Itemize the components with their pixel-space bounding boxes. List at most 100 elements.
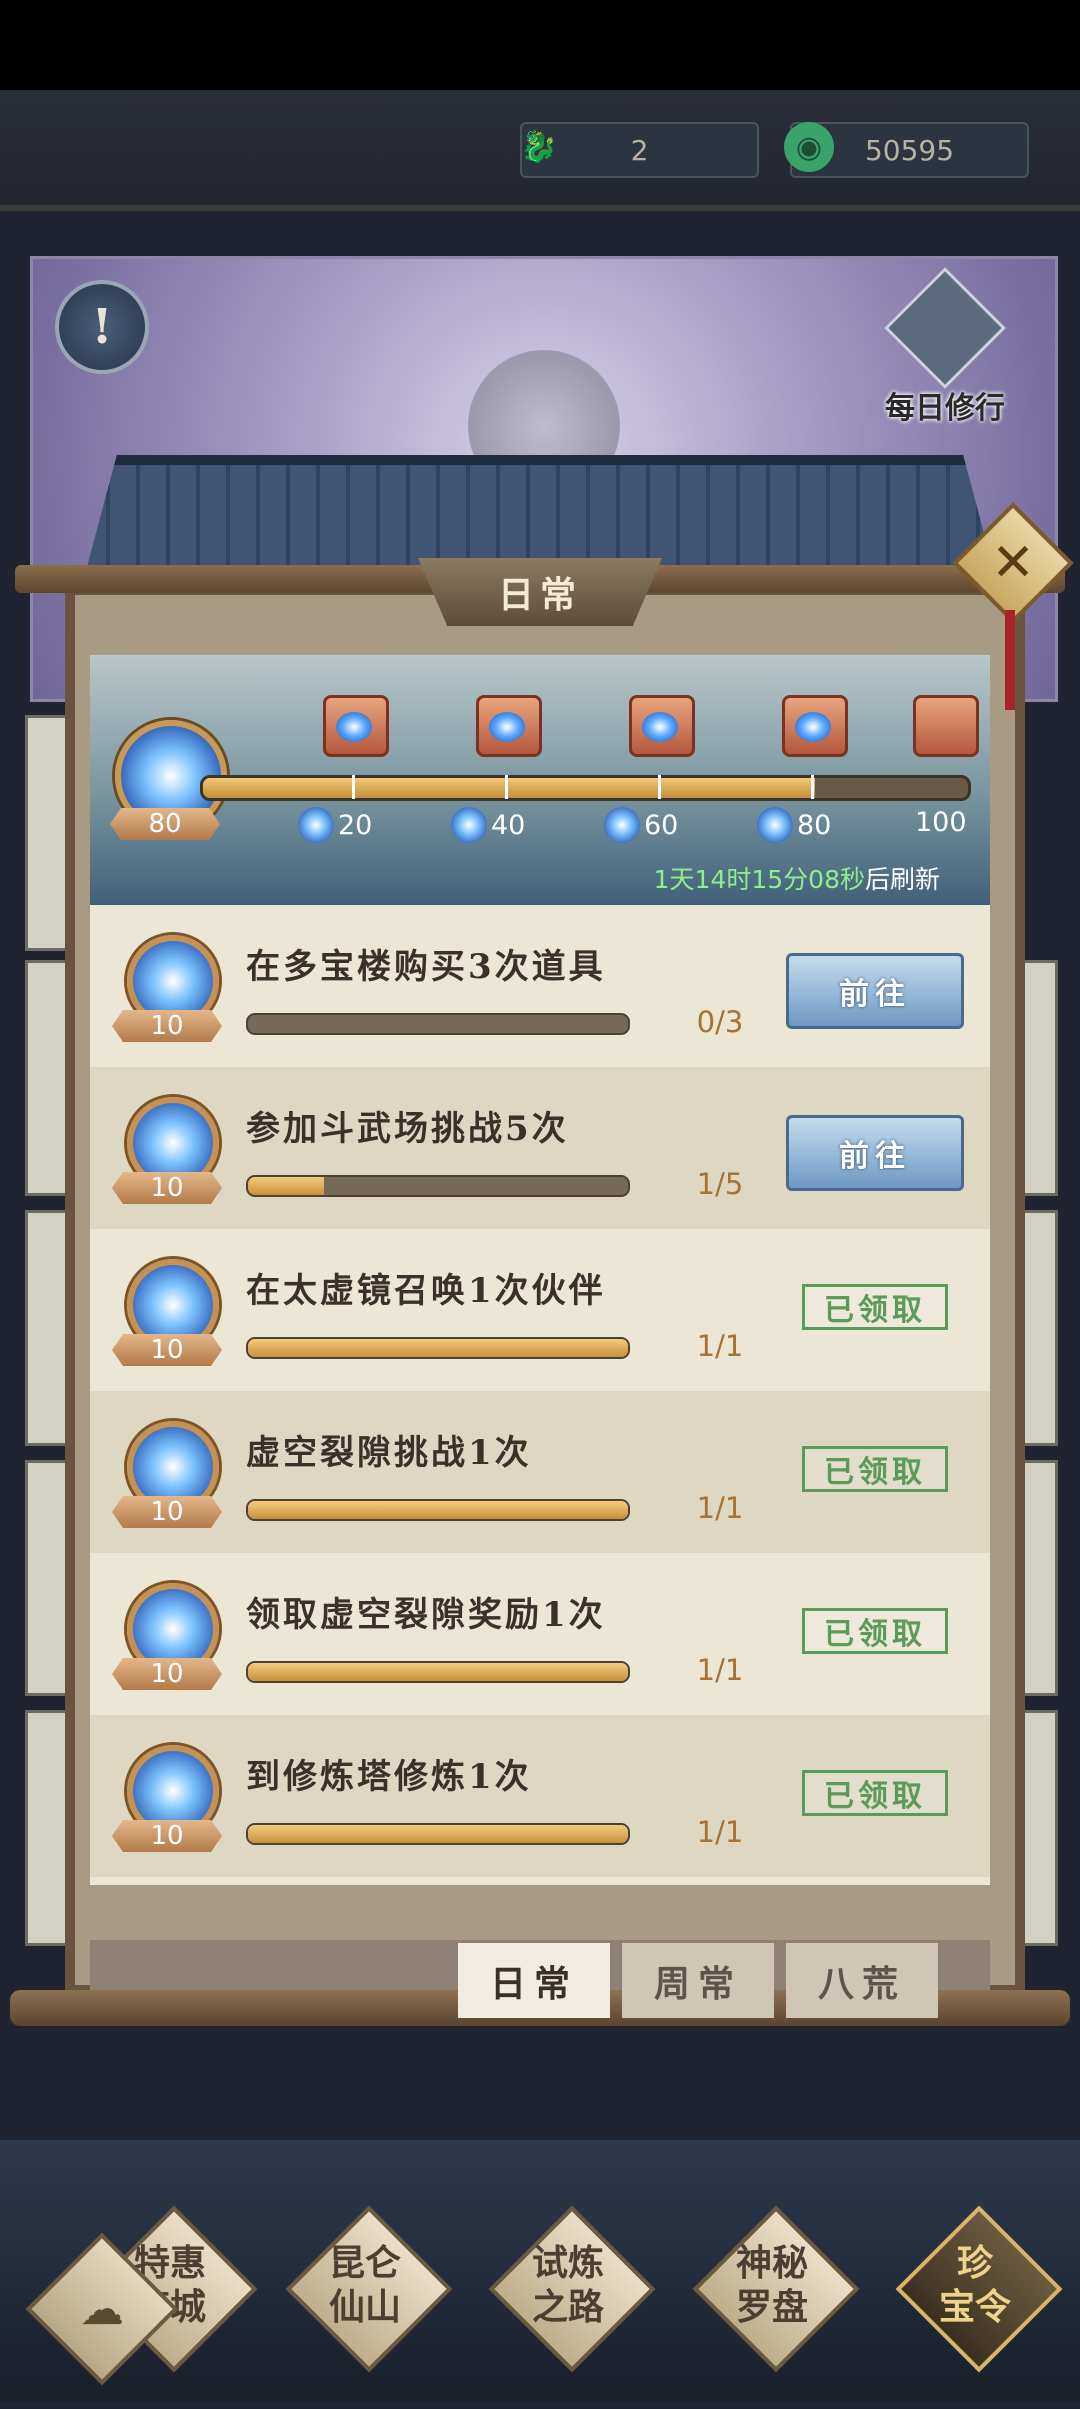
task-progress-text: 1/1 — [696, 1329, 744, 1363]
reward-chest-icon[interactable] — [782, 695, 848, 757]
milestone: 20 — [298, 807, 372, 843]
reward-points: 10 — [112, 1496, 222, 1528]
task-progress-text: 1/1 — [696, 1815, 744, 1849]
activity-gem-icon — [604, 807, 640, 843]
daily-practice-label: 每日修行 — [885, 391, 1005, 426]
nav-treasure-pass[interactable]: 珍宝令 — [895, 2205, 1063, 2373]
nav-trial-road[interactable]: 试炼 之路 — [488, 2205, 656, 2373]
task-row: 10 领取虚空裂隙奖励1次 1/1 已领取 — [90, 1553, 990, 1715]
milestone: 40 — [451, 807, 525, 843]
task-row: 10 参加斗武场挑战5次 1/5 前往 — [90, 1067, 990, 1229]
cloud-icon: ☁ — [80, 2283, 124, 2335]
reward-chest-icon[interactable] — [913, 695, 979, 757]
go-button[interactable]: 前往 — [786, 1115, 964, 1191]
reward-chest-icon[interactable] — [476, 695, 542, 757]
task-progress-text: 1/5 — [696, 1167, 744, 1201]
nav-label: 仙山 — [328, 2286, 401, 2328]
book-icon — [884, 267, 1006, 389]
task-name: 参加斗武场挑战5次 — [246, 1109, 569, 1149]
activity-gem-icon — [451, 807, 487, 843]
task-progress-fill — [248, 1825, 628, 1843]
milestone-tick — [658, 775, 661, 799]
nav-label: 神秘 — [735, 2242, 808, 2284]
currency-value: 2 — [630, 133, 649, 167]
tab-weekly[interactable]: 周常 — [622, 1943, 774, 2018]
go-button[interactable]: 前往 — [786, 953, 964, 1029]
task-list[interactable]: 10 在多宝楼购买3次道具 0/3 前往 10 参加斗武场挑战5次 1/5 前往… — [90, 905, 990, 1885]
task-progress-fill — [248, 1339, 628, 1357]
milestone-value: 100 — [915, 807, 967, 838]
task-name: 到修炼塔修炼1次 — [246, 1757, 532, 1797]
nav-label: 罗盘 — [735, 2286, 808, 2328]
claimed-stamp: 已领取 — [802, 1284, 948, 1330]
milestone-tick — [505, 775, 508, 799]
task-row: 10 在太虚镜召唤1次伙伴 1/1 已领取 — [90, 1229, 990, 1391]
milestone-tick — [352, 775, 355, 799]
nav-label: 试炼 — [531, 2242, 604, 2284]
task-progress-bar — [246, 1175, 630, 1197]
activity-gem-icon — [298, 807, 334, 843]
task-progress-text: 1/1 — [696, 1491, 744, 1525]
task-progress-bar — [246, 1337, 630, 1359]
task-progress-bar — [246, 1013, 630, 1035]
jade-coin-icon: ◉ — [784, 122, 834, 172]
task-name: 在太虚镜召唤1次伙伴 — [246, 1271, 606, 1311]
nav-label: 之路 — [531, 2286, 604, 2328]
daily-practice-button[interactable]: 每日修行 — [875, 267, 1015, 426]
nav-label: 昆仑 — [328, 2242, 401, 2284]
reward-chest-icon[interactable] — [629, 695, 695, 757]
currency-value: 50595 — [864, 133, 955, 167]
activity-progress-fill — [203, 778, 815, 798]
task-progress-fill — [248, 1177, 324, 1195]
info-icon: ! — [91, 299, 113, 355]
reward-points: 10 — [112, 1334, 222, 1366]
milestone-value: 40 — [491, 809, 526, 841]
task-progress-fill — [248, 1663, 628, 1681]
task-name: 虚空裂隙挑战1次 — [246, 1433, 532, 1473]
reward-points: 10 — [112, 1658, 222, 1690]
milestone: 80 — [757, 807, 831, 843]
milestone: 100 — [915, 807, 967, 838]
info-button[interactable]: ! — [55, 280, 149, 374]
panel-title: 日常 — [418, 558, 662, 626]
currency-jade-coin: ◉ 50595 — [784, 122, 1029, 178]
tassel-decoration — [1005, 610, 1015, 710]
task-name: 领取虚空裂隙奖励1次 — [246, 1595, 606, 1635]
claimed-stamp: 已领取 — [802, 1608, 948, 1654]
nav-mystic-compass[interactable]: 神秘 罗盘 — [692, 2205, 860, 2373]
reward-points: 10 — [112, 1820, 222, 1852]
claimed-stamp: 已领取 — [802, 1446, 948, 1492]
refresh-suffix: 后刷新 — [864, 865, 940, 894]
close-icon: ✕ — [991, 533, 1035, 593]
task-progress-text: 0/3 — [696, 1005, 744, 1039]
status-bar — [0, 0, 1080, 90]
reward-points: 10 — [112, 1172, 222, 1204]
task-row: 10 到修炼塔修炼1次 1/1 已领取 — [90, 1715, 990, 1877]
milestone-tick — [811, 775, 814, 799]
refresh-timer: 1天14时15分08秒后刷新 — [600, 860, 940, 896]
activity-progress-bar — [200, 775, 971, 801]
task-row — [90, 1877, 990, 1885]
reward-points: 10 — [112, 1010, 222, 1042]
currency-jade-dragon: 🐉 2 — [520, 122, 759, 178]
nav-kunlun[interactable]: 昆仑 仙山 — [285, 2205, 453, 2373]
task-row: 10 虚空裂隙挑战1次 1/1 已领取 — [90, 1391, 990, 1553]
task-progress-bar — [246, 1661, 630, 1683]
task-row: 10 在多宝楼购买3次道具 0/3 前往 — [90, 905, 990, 1067]
milestone-value: 80 — [797, 809, 832, 841]
milestone-value: 60 — [644, 809, 679, 841]
task-name: 在多宝楼购买3次道具 — [246, 947, 606, 987]
milestone-value: 20 — [338, 809, 373, 841]
jade-dragon-icon: 🐉 — [520, 129, 558, 165]
task-progress-text: 1/1 — [696, 1653, 744, 1687]
activity-gem-icon — [757, 807, 793, 843]
tab-daily[interactable]: 日常 — [458, 1943, 610, 2018]
milestone: 60 — [604, 807, 678, 843]
reward-chest-icon[interactable] — [323, 695, 389, 757]
task-progress-bar — [246, 1499, 630, 1521]
task-progress-bar — [246, 1823, 630, 1845]
current-points: 80 — [110, 808, 220, 840]
nav-label: 宝令 — [938, 2286, 1011, 2328]
claimed-stamp: 已领取 — [802, 1770, 948, 1816]
tab-bahuang[interactable]: 八荒 — [786, 1943, 938, 2018]
